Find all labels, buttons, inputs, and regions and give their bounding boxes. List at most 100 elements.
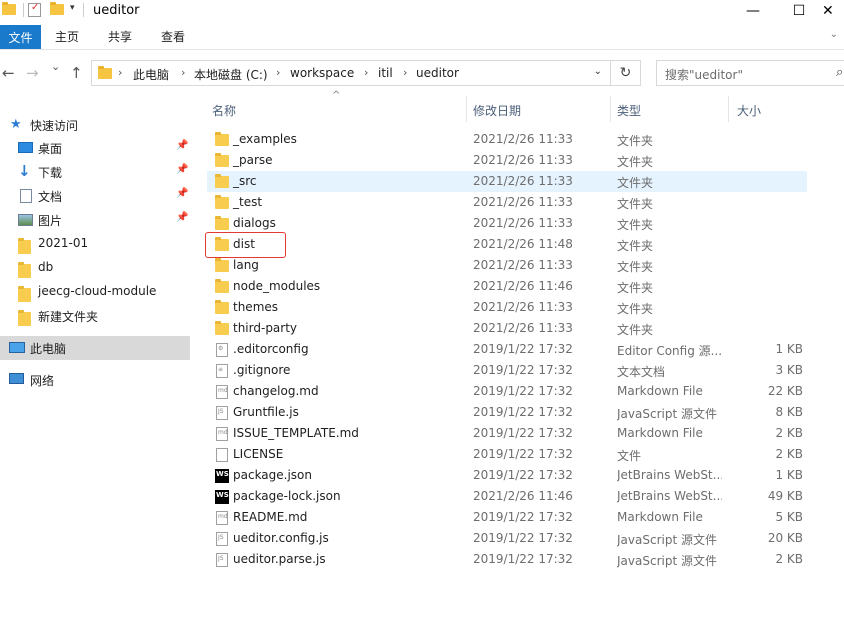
file-type: 文件夹 — [617, 155, 654, 169]
breadcrumb-separator[interactable]: › — [118, 66, 122, 79]
file-date: 2021/2/26 11:33 — [473, 174, 573, 188]
sidebar-item-this-pc[interactable]: 此电脑 — [0, 336, 190, 360]
customize-toolbar-icon[interactable]: ▾ — [70, 3, 75, 13]
up-button[interactable]: ↑ — [70, 64, 83, 82]
file-row[interactable]: node_modules 2021/2/26 11:46 文件夹 — [207, 276, 807, 297]
column-header-date[interactable]: 修改日期 — [473, 96, 521, 122]
column-divider[interactable] — [610, 96, 611, 122]
column-header-name[interactable]: 名称 — [212, 96, 236, 122]
maximize-button[interactable]: ☐ — [776, 0, 822, 22]
sidebar-item-jeecg-cloud-module[interactable]: jeecg-cloud-module — [0, 280, 190, 304]
breadcrumb-separator[interactable]: › — [364, 66, 368, 79]
markdown-file-icon: md — [215, 385, 228, 399]
chevron-down-icon[interactable]: ⌄ — [830, 29, 838, 40]
refresh-button[interactable]: ↻ — [611, 60, 641, 86]
network-icon — [9, 373, 24, 384]
sidebar-item-label: 快速访问 — [30, 119, 79, 133]
sidebar-item-2021-01[interactable]: 2021-01 — [0, 232, 190, 256]
sidebar-item-network[interactable]: 网络 — [0, 368, 190, 392]
desktop-icon — [18, 142, 33, 153]
pin-icon[interactable]: 📌 — [176, 212, 188, 223]
file-row[interactable]: md ISSUE_TEMPLATE.md 2019/1/22 17:32 Markdo… — [207, 423, 807, 444]
breadcrumb-workspace[interactable]: workspace — [290, 66, 354, 80]
recent-locations-button[interactable]: ⌄ — [51, 60, 60, 73]
file-row[interactable]: dialogs 2021/2/26 11:33 文件夹 — [207, 213, 807, 234]
close-button[interactable]: ✕ — [822, 0, 844, 22]
search-box[interactable]: 搜索"ueditor" ⌕ — [656, 60, 844, 86]
file-row[interactable]: _examples 2021/2/26 11:33 文件夹 — [207, 129, 807, 150]
sidebar-item-new-folder[interactable]: 新建文件夹 — [0, 304, 190, 328]
pin-icon[interactable]: 📌 — [176, 188, 188, 199]
file-type: 文本文档 — [617, 365, 666, 379]
file-row[interactable]: ≡ .gitignore 2019/1/22 17:32 文本文档 3 KB — [207, 360, 807, 381]
minimize-button[interactable]: — — [730, 0, 776, 22]
file-name: README.md — [233, 510, 308, 524]
pin-icon[interactable]: 📌 — [176, 140, 188, 151]
file-row[interactable]: themes 2021/2/26 11:33 文件夹 — [207, 297, 807, 318]
column-divider[interactable] — [728, 96, 729, 122]
file-name: Gruntfile.js — [233, 405, 299, 419]
file-row[interactable]: JS ueditor.parse.js 2019/1/22 17:32 JavaScr… — [207, 549, 807, 570]
sidebar-item-pictures[interactable]: 图片 📌 — [0, 208, 190, 232]
file-row[interactable]: WS package.json 2019/1/22 17:32 JetBrains W… — [207, 465, 807, 486]
markdown-file-icon: md — [215, 427, 228, 441]
folder-icon — [215, 195, 229, 209]
sidebar-item-documents[interactable]: 文档 📌 — [0, 184, 190, 208]
back-button[interactable]: ← — [2, 64, 15, 82]
tab-home[interactable]: 主页 — [55, 28, 79, 45]
address-bar[interactable]: › 此电脑 › 本地磁盘 (C:) › workspace › itil › u… — [91, 60, 611, 86]
file-name: package.json — [233, 468, 313, 482]
column-header-type[interactable]: 类型 — [617, 96, 641, 122]
pin-icon[interactable]: 📌 — [176, 164, 188, 175]
sidebar-item-desktop[interactable]: 桌面 📌 — [0, 136, 190, 160]
sidebar-item-quick-access[interactable]: ★ 快速访问 — [0, 113, 190, 137]
properties-icon[interactable]: ✓ — [28, 2, 41, 17]
breadcrumb-drive-c[interactable]: 本地磁盘 (C:) — [194, 66, 268, 83]
new-folder-icon[interactable] — [50, 2, 64, 15]
search-input[interactable]: 搜索"ueditor" — [665, 66, 743, 83]
file-row[interactable]: WS package-lock.json 2021/2/26 11:46 JetBra… — [207, 486, 807, 507]
file-row[interactable]: JS Gruntfile.js 2019/1/22 17:32 JavaScript … — [207, 402, 807, 423]
file-name: themes — [233, 300, 279, 314]
text-file-icon: ≡ — [215, 364, 228, 378]
markdown-file-icon: md — [215, 511, 228, 525]
file-type: JetBrains WebSt... — [617, 468, 722, 482]
tab-view[interactable]: 查看 — [161, 28, 185, 45]
file-size: 8 KB — [775, 405, 803, 419]
file-row[interactable]: LICENSE 2019/1/22 17:32 文件 2 KB — [207, 444, 807, 465]
file-row[interactable]: _parse 2021/2/26 11:33 文件夹 — [207, 150, 807, 171]
navigation-bar: ← → ⌄ ↑ › 此电脑 › 本地磁盘 (C:) › workspace › … — [0, 50, 844, 96]
file-row[interactable]: ⚙ .editorconfig 2019/1/22 17:32 Editor Conf… — [207, 339, 807, 360]
tab-file[interactable]: 文件 — [0, 25, 41, 49]
file-row[interactable]: md README.md 2019/1/22 17:32 Markdown File 5… — [207, 507, 807, 528]
forward-button[interactable]: → — [26, 64, 39, 82]
breadcrumb-itil[interactable]: itil — [378, 66, 393, 80]
file-row[interactable]: JS ueditor.config.js 2019/1/22 17:32 JavaSc… — [207, 528, 807, 549]
file-row[interactable]: md changelog.md 2019/1/22 17:32 Markdown Fi… — [207, 381, 807, 402]
file-row[interactable]: lang 2021/2/26 11:33 文件夹 — [207, 255, 807, 276]
file-size: 22 KB — [767, 384, 803, 398]
file-name: package-lock.json — [233, 489, 341, 503]
file-date: 2021/2/26 11:33 — [473, 300, 573, 314]
search-icon[interactable]: ⌕ — [836, 65, 843, 80]
folder-icon — [215, 153, 229, 167]
breadcrumb-separator[interactable]: › — [276, 66, 280, 79]
column-divider[interactable] — [466, 96, 467, 122]
chevron-down-icon[interactable]: ⌄ — [594, 66, 602, 77]
sidebar-item-db[interactable]: db — [0, 256, 190, 280]
column-header-size[interactable]: 大小 — [737, 96, 761, 122]
file-row[interactable]: _test 2021/2/26 11:33 文件夹 — [207, 192, 807, 213]
javascript-file-icon: JS — [215, 532, 228, 546]
tab-share[interactable]: 共享 — [108, 28, 132, 45]
breadcrumb-separator[interactable]: › — [181, 66, 185, 79]
file-size: 1 KB — [775, 468, 803, 482]
breadcrumb-separator[interactable]: › — [403, 66, 407, 79]
file-row[interactable]: _src 2021/2/26 11:33 文件夹 — [207, 171, 807, 192]
breadcrumb-this-pc[interactable]: 此电脑 — [133, 66, 169, 83]
breadcrumb-ueditor[interactable]: ueditor — [416, 66, 459, 80]
file-date: 2021/2/26 11:33 — [473, 153, 573, 167]
file-row[interactable]: dist 2021/2/26 11:48 文件夹 — [207, 234, 807, 255]
file-row[interactable]: third-party 2021/2/26 11:33 文件夹 — [207, 318, 807, 339]
folder-icon — [18, 310, 34, 326]
sidebar-item-downloads[interactable]: ↓ 下载 📌 — [0, 160, 190, 184]
